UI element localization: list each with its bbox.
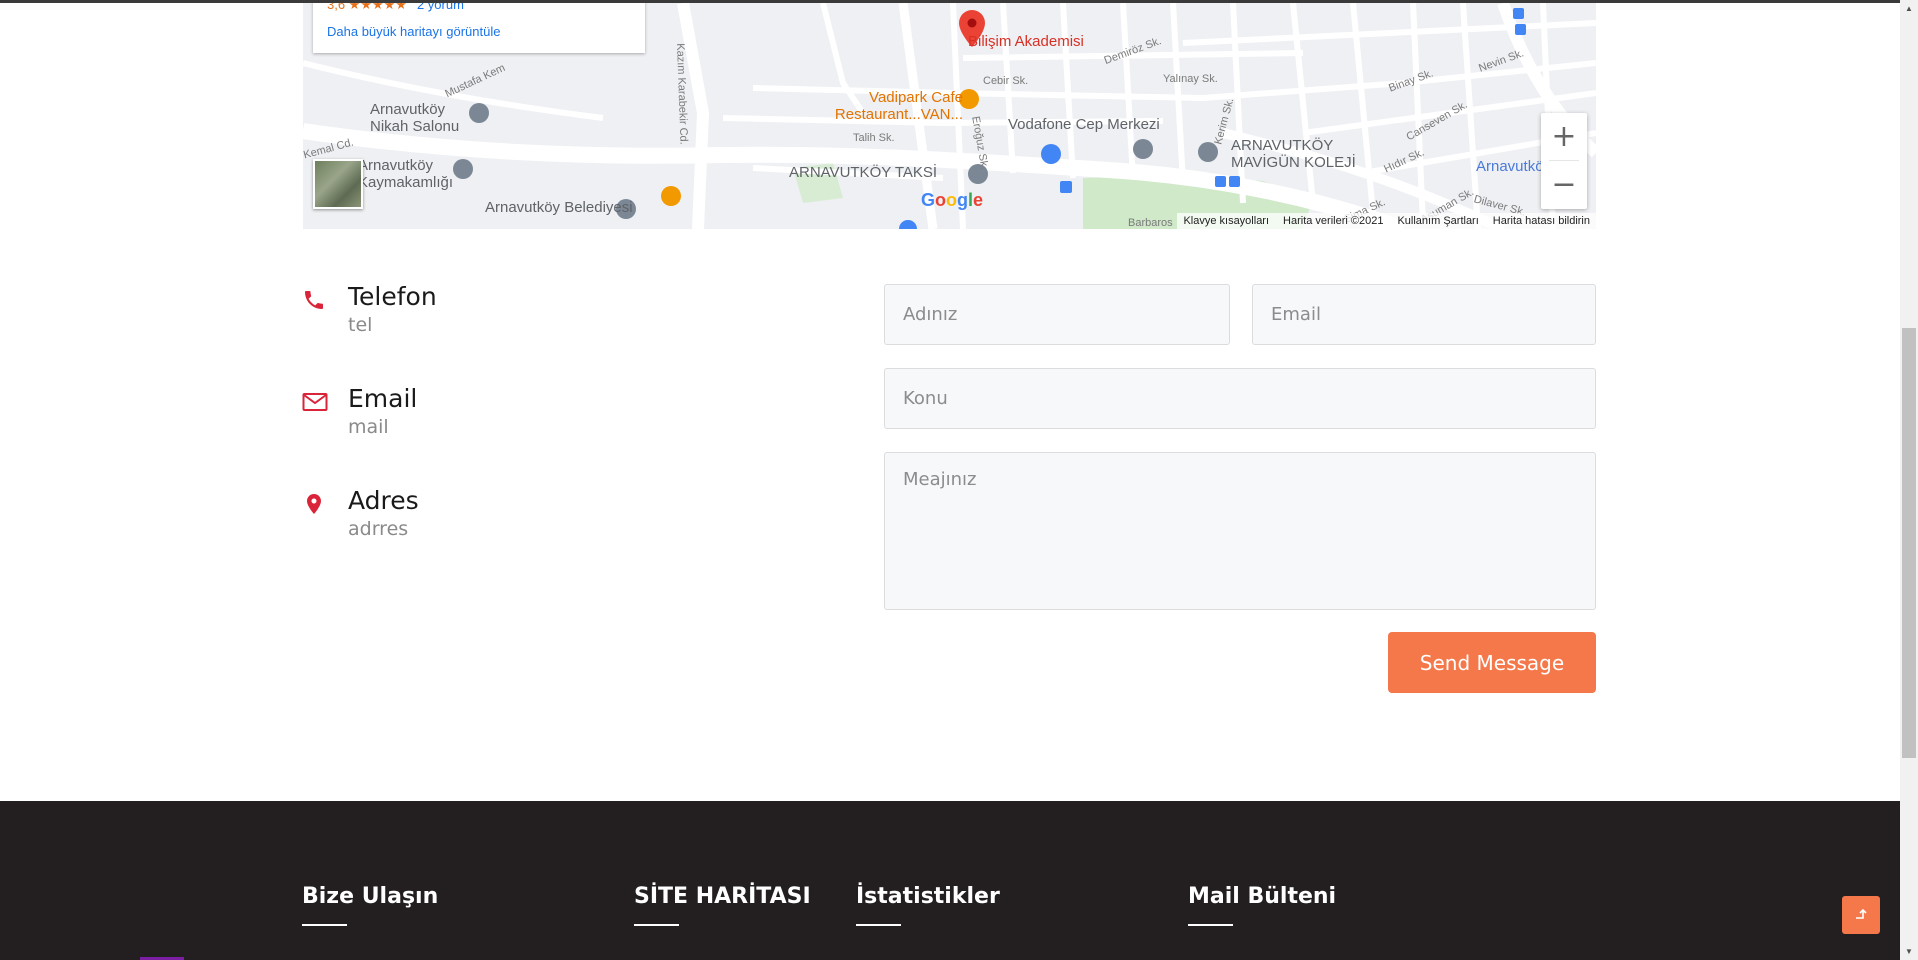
arrow-up-icon (1854, 907, 1868, 923)
contact-value: tel (348, 314, 373, 336)
scroll-down-arrow-icon[interactable]: ▼ (1900, 943, 1918, 960)
footer-heading-sitemap: SİTE HARİTASI (634, 884, 811, 909)
footer-heading-underline (634, 924, 679, 926)
street-label: Yalınay Sk. (1163, 73, 1218, 85)
place-card: 3,6 ★★★★★ 2 yorum Daha büyük haritayı gör… (313, 3, 645, 53)
phone-icon (302, 288, 326, 312)
footer-heading-contact: Bize Ulaşın (302, 884, 439, 909)
map-label-cafe[interactable]: Vadipark Cafe Restaurant...VAN... (813, 89, 963, 123)
email-input[interactable] (1252, 284, 1596, 345)
zoom-control: + − (1541, 113, 1587, 209)
contact-title: Telefon (348, 282, 437, 311)
bigger-map-link[interactable]: Daha büyük haritayı görüntüle (327, 24, 500, 39)
map-label-belediye[interactable]: Arnavutköy Belediyesi (485, 199, 633, 216)
reviews-link[interactable]: 2 yorum (417, 3, 464, 12)
footer-heading-underline (856, 924, 901, 926)
site-footer (0, 801, 1900, 960)
map-label-arnavutkoy[interactable]: Arnavutkö (1476, 158, 1544, 175)
google-map[interactable]: Bilişim Akademisi Vadipark Cafe Restaura… (303, 3, 1596, 229)
google-logo: Google (921, 190, 984, 210)
scrollbar-thumb[interactable] (1902, 328, 1916, 758)
map-label-kaymakamlik[interactable]: Arnavutköy Kaymakamlığı (358, 157, 458, 191)
footer-heading-underline (302, 924, 347, 926)
report-error-link[interactable]: Harita hatası bildirin (1493, 215, 1590, 227)
terms-link[interactable]: Kullanım Şartları (1397, 215, 1478, 227)
name-input[interactable] (884, 284, 1230, 345)
rating-stars: 3,6 ★★★★★ (327, 3, 407, 12)
satellite-toggle-button[interactable] (313, 159, 363, 209)
subject-input[interactable] (884, 368, 1596, 429)
map-footer: Klavye kısayolları Harita verileri ©2021… (1177, 213, 1596, 229)
map-label-academy[interactable]: Bilişim Akademisi (968, 33, 1084, 50)
zoom-in-button[interactable]: + (1541, 113, 1587, 159)
rating-row: 3,6 ★★★★★ 2 yorum (327, 3, 464, 13)
contact-value: adrres (348, 518, 409, 540)
back-to-top-button[interactable] (1842, 896, 1880, 934)
footer-heading-newsletter: Mail Bülteni (1188, 884, 1337, 909)
map-label-vodafone[interactable]: Vodafone Cep Merkezi (1008, 116, 1160, 133)
map-marker-icon (302, 492, 326, 516)
map-data-text: Harita verileri ©2021 (1283, 215, 1384, 227)
map-label-nikah[interactable]: Arnavutköy Nikah Salonu (370, 101, 470, 135)
page-scrollbar[interactable]: ▲ ▼ (1900, 0, 1918, 960)
zoom-out-button[interactable]: − (1541, 161, 1587, 207)
contact-value: mail (348, 416, 389, 438)
send-message-button[interactable]: Send Message (1388, 632, 1596, 693)
scroll-up-arrow-icon[interactable]: ▲ (1900, 0, 1918, 17)
map-label-taksi[interactable]: ARNAVUTKÖY TAKSİ (789, 164, 937, 181)
street-label: Talih Sk. (853, 132, 895, 144)
map-label-college[interactable]: ARNAVUTKÖY MAVİGÜN KOLEJİ (1231, 137, 1371, 171)
footer-heading-underline (1188, 924, 1233, 926)
message-textarea[interactable] (884, 452, 1596, 610)
contact-title: Email (348, 384, 418, 413)
street-label: Kazım Karabekir Cd. (674, 43, 690, 145)
keyboard-shortcuts-link[interactable]: Klavye kısayolları (1183, 215, 1269, 227)
envelope-icon (302, 390, 328, 414)
street-label: Barbaros (1128, 217, 1173, 229)
contact-title: Adres (348, 486, 419, 515)
footer-heading-stats: İstatistikler (856, 884, 1000, 909)
street-label: Cebir Sk. (983, 75, 1029, 87)
